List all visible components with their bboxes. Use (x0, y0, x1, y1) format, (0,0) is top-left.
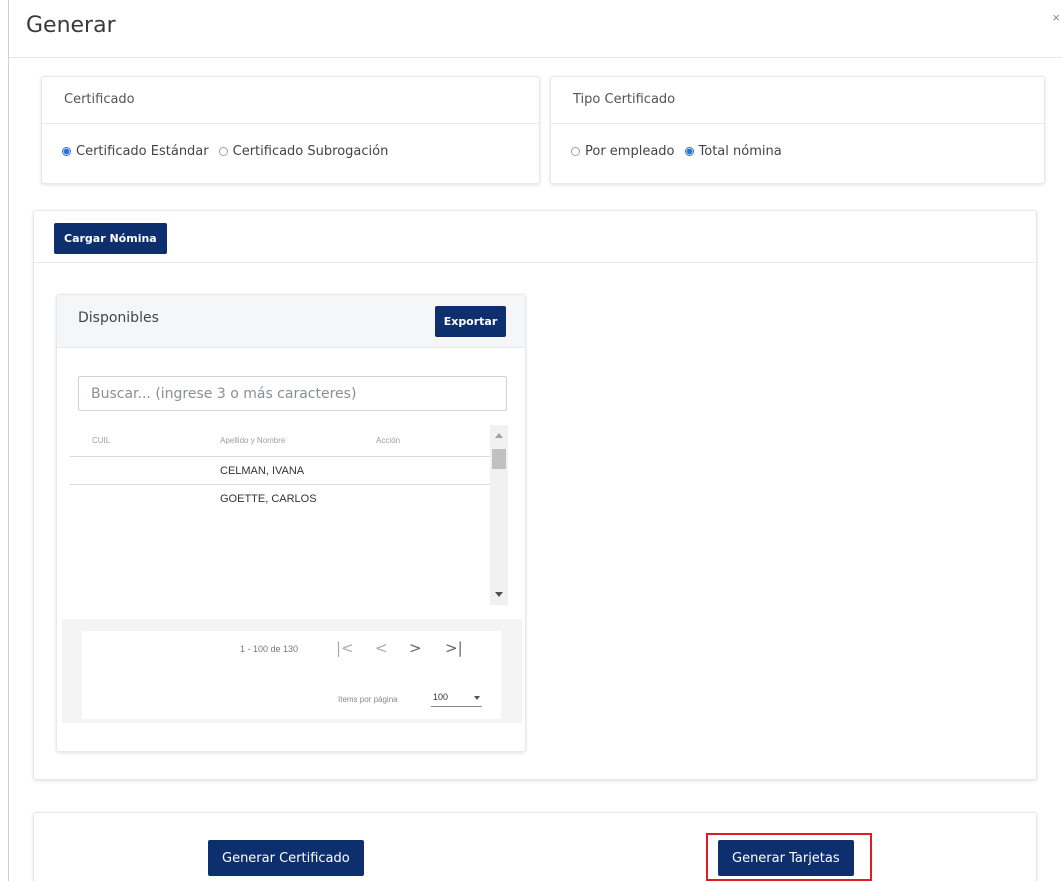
radio-unselected-icon (218, 147, 228, 156)
table-row[interactable]: GOETTE, CARLOS (70, 485, 490, 513)
modal-header: Generar × (9, 0, 1062, 58)
generar-certificado-button[interactable]: Generar Certificado (208, 840, 364, 876)
disponibles-title: Disponibles (78, 310, 159, 326)
radio-selected-icon (684, 147, 694, 156)
disponibles-panel: Disponibles Exportar CUIL Apellido y Nom… (56, 294, 526, 752)
tipo-certificado-card: Tipo Certificado Por empleado Total nómi… (550, 76, 1045, 184)
table-scrollbar[interactable] (490, 425, 508, 605)
radio-unselected-icon (571, 147, 580, 156)
radio-selected-icon (62, 147, 71, 156)
table-row[interactable]: CELMAN, IVANA (70, 457, 490, 485)
cell-nombre: GOETTE, CARLOS (220, 493, 317, 505)
search-input[interactable] (78, 376, 507, 411)
column-header-nombre[interactable]: Apellido y Nombre (220, 436, 376, 445)
page-range-label: 1 - 100 de 130 (240, 644, 299, 654)
close-icon[interactable]: × (1052, 10, 1060, 25)
cargar-nomina-button[interactable]: Cargar Nómina (54, 223, 167, 254)
column-header-cuil[interactable]: CUIL (70, 436, 220, 445)
tipo-certificado-title: Tipo Certificado (551, 77, 1044, 124)
cell-nombre: CELMAN, IVANA (220, 464, 305, 477)
last-page-icon[interactable]: >| (445, 639, 463, 657)
radio-label: Total nómina (698, 144, 782, 159)
items-per-page-value: 100 (433, 692, 449, 702)
first-page-icon[interactable]: |< (336, 639, 354, 657)
nomina-card: Cargar Nómina Disponibles Exportar CUIL … (33, 210, 1037, 780)
paginator: 1 - 100 de 130 |< < > >| Items por págin… (62, 619, 522, 723)
column-header-accion: Acción (376, 436, 401, 445)
scroll-thumb[interactable] (492, 449, 506, 469)
scroll-up-icon[interactable] (495, 433, 503, 438)
nomina-header: Cargar Nómina (34, 211, 1036, 263)
certificado-title: Certificado (42, 77, 539, 124)
modal-title: Generar (26, 13, 116, 38)
items-per-page-label: Items por página (338, 695, 398, 704)
items-per-page-select[interactable]: 100 (431, 689, 482, 707)
radio-certificado-estandar[interactable]: Certificado Estándar (62, 144, 209, 159)
certificado-card: Certificado Certificado Estándar Certifi… (41, 76, 540, 184)
chevron-down-icon (474, 696, 480, 700)
radio-por-empleado[interactable]: Por empleado (571, 144, 675, 159)
scroll-down-icon[interactable] (495, 592, 503, 597)
tipo-certificado-radio-group: Por empleado Total nómina (551, 124, 1044, 159)
previous-page-icon[interactable]: < (375, 639, 388, 657)
paginator-body: 1 - 100 de 130 |< < > >| Items por págin… (82, 631, 501, 719)
exportar-button[interactable]: Exportar (435, 306, 506, 337)
certificado-radio-group: Certificado Estándar Certificado Subroga… (42, 124, 539, 159)
radio-certificado-subrogacion[interactable]: Certificado Subrogación (218, 144, 389, 159)
next-page-icon[interactable]: > (409, 639, 422, 657)
generar-tarjetas-button[interactable]: Generar Tarjetas (718, 840, 854, 876)
table-header: CUIL Apellido y Nombre Acción (70, 425, 490, 457)
disponibles-table: CUIL Apellido y Nombre Acción CELMAN, IV… (70, 425, 490, 513)
radio-label: Certificado Subrogación (232, 144, 389, 159)
radio-label: Certificado Estándar (76, 144, 209, 159)
radio-total-nomina[interactable]: Total nómina (684, 144, 782, 159)
disponibles-header: Disponibles Exportar (57, 295, 525, 348)
radio-label: Por empleado (585, 144, 675, 159)
footer-card: Generar Certificado Generar Tarjetas (33, 812, 1037, 881)
